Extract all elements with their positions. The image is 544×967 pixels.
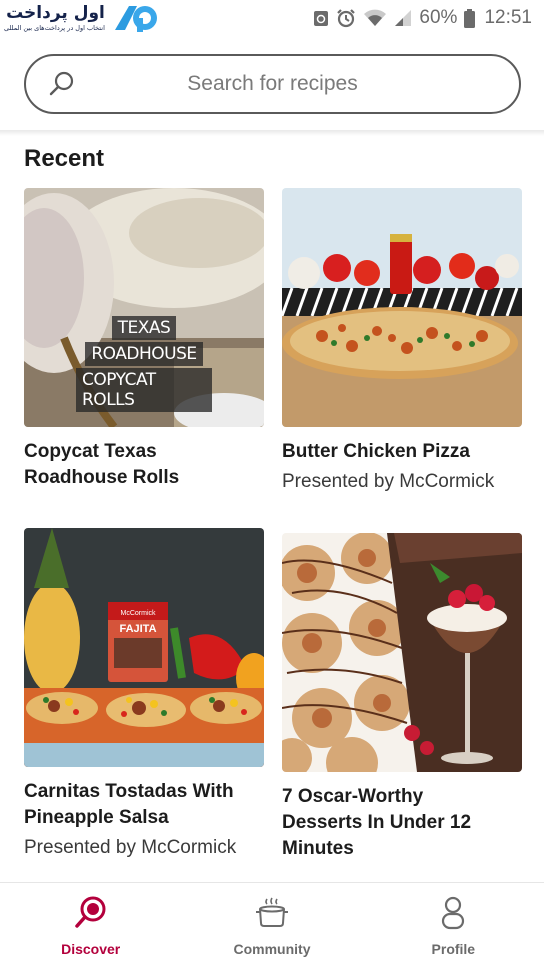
nav-item-community[interactable]: Community	[181, 883, 362, 967]
recipe-image[interactable]: TEXAS ROADHOUSE COPYCAT ROLLS	[24, 188, 264, 427]
section-title: Recent	[24, 145, 105, 172]
image-caption-overlay: TEXAS ROADHOUSE COPYCAT ROLLS	[76, 316, 212, 412]
brand-name: اول پرداخت	[6, 2, 105, 23]
recipe-image[interactable]: McCormick FAJITA	[24, 528, 264, 767]
search-icon	[74, 896, 106, 928]
nav-item-discover[interactable]: Discover	[0, 883, 181, 967]
recipe-title[interactable]: Copycat Texas Roadhouse Rolls	[24, 439, 264, 491]
nav-item-profile[interactable]: Profile	[363, 883, 544, 967]
nav-label: Discover	[61, 941, 121, 957]
brand-tagline: انتخاب اول در پرداخت‌های بین المللی	[4, 23, 105, 32]
sponsor-label: Presented by McCormick	[24, 837, 237, 858]
alarm-icon	[337, 9, 356, 28]
recipe-card[interactable]: McCormick FAJITA Carnitas Tostadas With …	[24, 528, 264, 861]
search-icon	[49, 71, 74, 96]
search-input[interactable]	[26, 56, 519, 112]
recipe-image[interactable]	[282, 188, 522, 427]
seasoning-packet: McCormick FAJITA	[119, 610, 156, 635]
system-status: 60% 12:51	[313, 7, 532, 29]
search-bar[interactable]	[24, 54, 521, 114]
battery-icon	[464, 8, 476, 28]
brand-logo-icon	[114, 6, 157, 32]
header-divider	[0, 130, 544, 136]
wifi-icon	[364, 9, 387, 26]
signal-icon	[395, 10, 412, 26]
desserts-photo	[282, 533, 522, 772]
recipe-image[interactable]	[282, 533, 522, 772]
recipe-title[interactable]: 7 Oscar-Worthy Desserts In Under 12 Minu…	[282, 784, 522, 862]
overlay-line: TEXAS	[111, 316, 177, 340]
cooking-pot-icon	[255, 897, 288, 927]
overlay-line: ROADHOUSE	[85, 342, 203, 366]
brand-watermark: اول پرداخت انتخاب اول در پرداخت‌های بین …	[4, 2, 163, 34]
recipe-card[interactable]: TEXAS ROADHOUSE COPYCAT ROLLS Copycat Te…	[24, 188, 264, 491]
recipe-card[interactable]: Butter Chicken Pizza Presented by McCorm…	[282, 188, 522, 495]
packet-brand-text: McCormick	[121, 610, 156, 617]
recipe-card[interactable]: 7 Oscar-Worthy Desserts In Under 12 Minu…	[282, 533, 522, 862]
packet-label-text: FAJITA	[119, 623, 156, 635]
clock: 12:51	[484, 7, 532, 28]
nav-label: Community	[233, 941, 311, 957]
person-icon	[442, 896, 465, 930]
battery-percent: 60%	[419, 7, 458, 28]
recipe-title[interactable]: Carnitas Tostadas With Pineapple Salsa	[24, 779, 264, 831]
bottom-navigation: Discover Community Profile	[0, 882, 544, 967]
pizza-photo	[282, 188, 522, 427]
recycle-notification-icon	[314, 11, 329, 26]
status-bar: اول پرداخت انتخاب اول در پرداخت‌های بین …	[0, 0, 544, 36]
overlay-line: COPYCAT ROLLS	[76, 368, 212, 412]
recipe-title[interactable]: Butter Chicken Pizza	[282, 439, 522, 465]
nav-label: Profile	[431, 941, 476, 957]
sponsor-label: Presented by McCormick	[282, 471, 495, 492]
